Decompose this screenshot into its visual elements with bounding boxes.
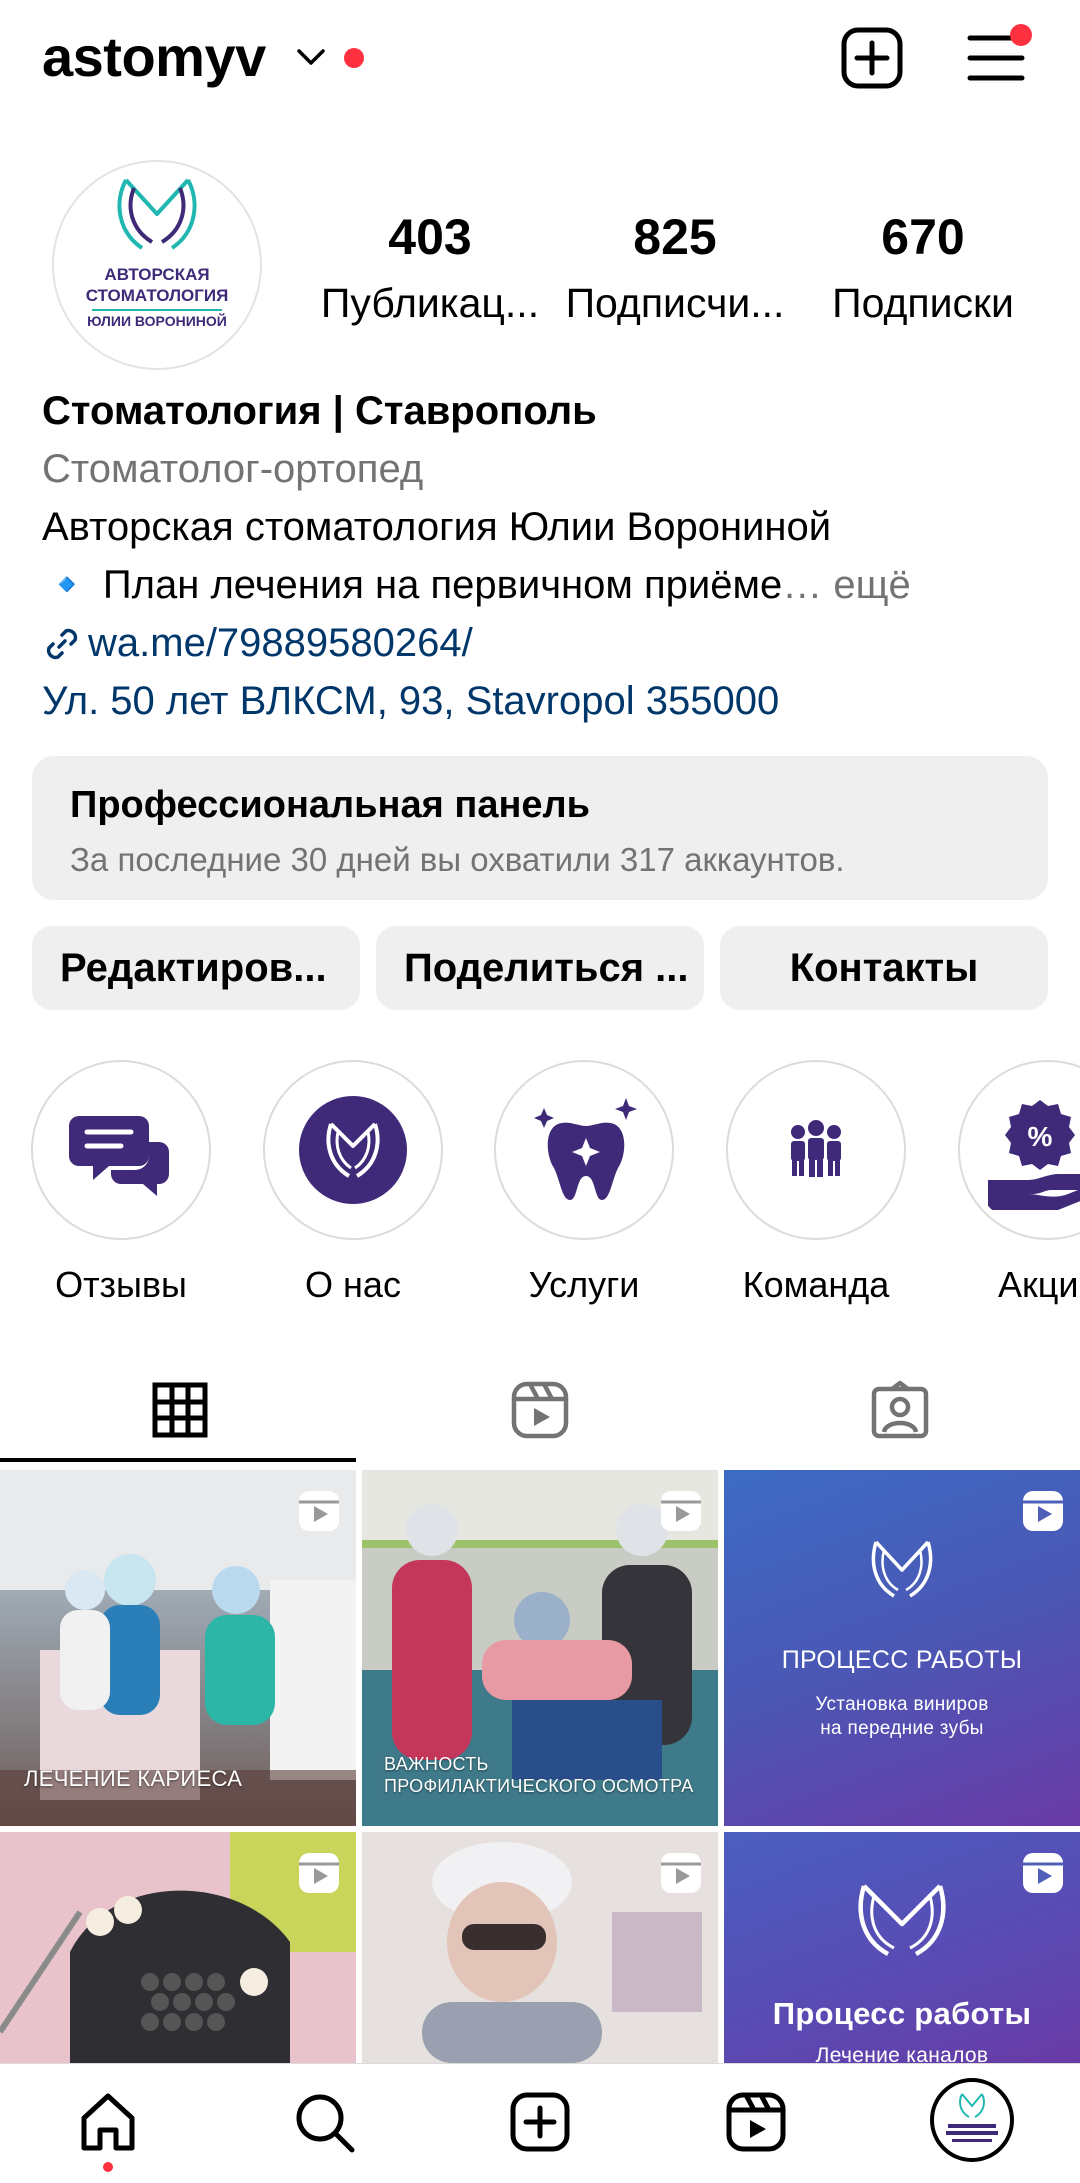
posts-label: Публикац... — [320, 280, 540, 326]
team-icon — [791, 1120, 841, 1177]
profile-category: Стоматолог-ортопед — [42, 447, 424, 491]
active-tab-indicator — [0, 1458, 356, 1462]
create-post-icon — [510, 2092, 570, 2152]
highlight-label: Услуги — [528, 1264, 640, 1305]
reel-badge-icon — [1023, 1491, 1063, 1531]
following-label: Подписки — [832, 280, 1014, 326]
home-icon — [81, 2093, 135, 2151]
brand-logo-icon: АВТОРСКАЯ СТОМАТОЛОГИЯ ЮЛИИ ВОРОНИНОЙ — [86, 178, 229, 329]
stat-posts[interactable]: 403 Публикац... — [320, 208, 540, 327]
profile-bio: Стоматология | Ставрополь Стоматолог-орт… — [42, 382, 1042, 730]
svg-text:АВТОРСКАЯ: АВТОРСКАЯ — [104, 265, 209, 284]
grid-post-1[interactable]: ЛЕЧЕНИЕ КАРИЕСА — [0, 1470, 356, 1826]
bio-line-2-row: 🔹 План лечения на первичном приёме… ещё — [42, 556, 1042, 614]
grid-post-6[interactable]: Процесс работы Лечение каналов — [724, 1832, 1080, 2063]
top-bar: astomyv — [0, 0, 1080, 118]
notification-dot — [344, 48, 364, 68]
home-notification-dot — [103, 2162, 113, 2172]
menu-notification-dot — [1010, 24, 1032, 46]
followers-label: Подписчи... — [565, 280, 785, 326]
chat-bubbles-icon — [55, 1084, 187, 1216]
bio-more-link[interactable]: … ещё — [782, 563, 911, 607]
create-post-icon[interactable] — [840, 26, 904, 90]
bio-address[interactable]: Ул. 50 лет ВЛКСМ, 93, Stavropol 355000 — [42, 672, 1042, 730]
reels-icon — [511, 1381, 569, 1439]
bio-website-link[interactable]: wa.me/79889580264/ — [88, 621, 473, 665]
highlight-promotions[interactable]: % Акци — [958, 1060, 1080, 1306]
tooth-logo-icon — [299, 1096, 407, 1204]
post-caption: ЛЕЧЕНИЕ КАРИЕСА — [24, 1766, 243, 1791]
tab-grid[interactable] — [0, 1360, 360, 1460]
tooth-sparkle-icon — [534, 1098, 637, 1200]
grid-icon — [152, 1382, 208, 1438]
nav-reels[interactable] — [720, 2086, 792, 2158]
grid-post-2[interactable]: ВАЖНОСТЬ ПРОФИЛАКТИЧЕСКОГО ОСМОТРА — [362, 1470, 718, 1826]
highlight-about[interactable]: О нас — [263, 1060, 443, 1306]
nav-create[interactable] — [504, 2086, 576, 2158]
nav-home[interactable] — [72, 2086, 144, 2158]
post-subtitle-line-1: Установка виниров — [815, 1694, 989, 1715]
post-subtitle-line-2: на передние зубы — [820, 1718, 984, 1739]
link-icon — [46, 628, 78, 660]
post-caption-line-2: ПРОФИЛАКТИЧЕСКОГО ОСМОТРА — [384, 1776, 694, 1796]
profile-avatar-icon — [946, 2093, 998, 2142]
pro-panel-subtitle: За последние 30 дней вы охватили 317 акк… — [70, 841, 845, 878]
stat-following[interactable]: 670 Подписки — [810, 208, 1036, 327]
stat-followers[interactable]: 825 Подписчи... — [560, 208, 790, 327]
bio-website-row[interactable]: wa.me/79889580264/ — [42, 614, 1042, 672]
tagged-icon — [871, 1380, 929, 1439]
share-profile-button[interactable]: Поделиться ... — [376, 926, 704, 1010]
post-subtitle: Лечение каналов — [815, 2044, 989, 2063]
svg-text:%: % — [1028, 1121, 1053, 1152]
highlight-label: О нас — [305, 1264, 401, 1305]
bio-line-2: 🔹 План лечения на первичном приёме — [42, 563, 783, 607]
tab-reels[interactable] — [360, 1360, 720, 1460]
highlight-label: Команда — [742, 1264, 890, 1305]
chevron-down-icon[interactable] — [296, 46, 326, 68]
svg-text:ЮЛИИ ВОРОНИНОЙ: ЮЛИИ ВОРОНИНОЙ — [87, 312, 227, 329]
reel-badge-icon — [299, 1491, 339, 1531]
reel-badge-icon — [661, 1853, 701, 1893]
grid-post-4[interactable] — [0, 1832, 356, 2063]
grid-post-5[interactable] — [362, 1832, 718, 2063]
professional-dashboard[interactable]: Профессиональная панель За последние 30 … — [32, 756, 1048, 900]
posts-count: 403 — [388, 209, 472, 265]
highlight-team[interactable]: Команда — [726, 1060, 906, 1306]
contacts-button[interactable]: Контакты — [720, 926, 1048, 1010]
reels-icon — [726, 2092, 786, 2152]
reel-badge-icon — [299, 1853, 339, 1893]
post-title: ПРОЦЕСС РАБОТЫ — [781, 1646, 1023, 1674]
reel-badge-icon — [661, 1491, 701, 1531]
post-title: Процесс работы — [772, 1996, 1032, 2031]
edit-profile-button[interactable]: Редактиров... — [32, 926, 360, 1010]
tab-tagged[interactable] — [720, 1360, 1080, 1460]
nav-profile[interactable] — [930, 2078, 1014, 2162]
highlight-label: Отзывы — [55, 1264, 187, 1305]
profile-avatar[interactable]: АВТОРСКАЯ СТОМАТОЛОГИЯ ЮЛИИ ВОРОНИНОЙ — [52, 160, 262, 370]
highlight-reviews[interactable]: Отзывы — [31, 1060, 211, 1306]
reel-badge-icon — [1023, 1853, 1063, 1893]
following-count: 670 — [881, 209, 965, 265]
followers-count: 825 — [633, 209, 717, 265]
post-caption-line-1: ВАЖНОСТЬ — [384, 1754, 489, 1774]
search-icon — [296, 2094, 355, 2153]
highlight-services[interactable]: Услуги — [494, 1060, 674, 1306]
nav-search[interactable] — [288, 2086, 360, 2158]
svg-text:СТОМАТОЛОГИЯ: СТОМАТОЛОГИЯ — [86, 286, 229, 305]
profile-name: Стоматология | Ставрополь — [42, 389, 597, 433]
discount-hand-icon: % — [988, 1100, 1080, 1210]
highlight-label: Акци — [998, 1264, 1079, 1305]
account-switcher-username[interactable]: astomyv — [42, 24, 266, 89]
grid-post-3[interactable]: ПРОЦЕСС РАБОТЫ Установка виниров на пере… — [724, 1470, 1080, 1826]
bottom-navigation — [0, 2063, 1080, 2183]
pro-panel-title: Профессиональная панель — [70, 784, 591, 826]
bio-line-1: Авторская стоматология Юлии Ворониной — [42, 505, 832, 549]
